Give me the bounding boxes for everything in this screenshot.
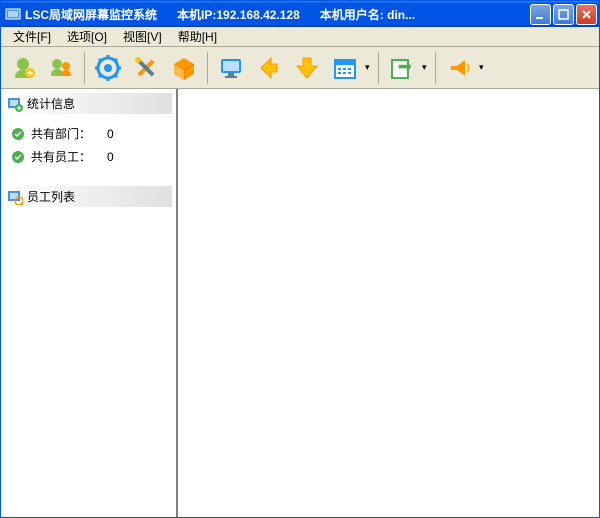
minimize-button[interactable] — [530, 4, 551, 25]
stats-icon — [7, 96, 23, 112]
menu-file[interactable]: 文件[F] — [5, 26, 59, 47]
menu-options[interactable]: 选项[O] — [59, 26, 115, 47]
dept-count: 0 — [107, 127, 114, 141]
app-title: LSC局域网屏幕监控系统 — [25, 6, 157, 23]
ip-info: 本机IP:192.168.42.128 — [177, 6, 300, 23]
stats-header-label: 统计信息 — [27, 95, 75, 112]
export-dropdown-icon[interactable]: ▾ — [422, 62, 430, 73]
user-info: 本机用户名: din... — [320, 6, 415, 23]
user-add-button[interactable] — [5, 50, 41, 86]
emp-stat-row: 共有员工： 0 — [5, 145, 172, 168]
stats-header: 统计信息 — [5, 93, 172, 114]
calendar-dropdown-icon[interactable]: ▾ — [365, 62, 373, 73]
monitor-button[interactable] — [213, 50, 249, 86]
close-button[interactable] — [576, 4, 597, 25]
sidebar: 统计信息 共有部门： 0 共有员工： 0 员工列表 — [1, 89, 178, 517]
main-area — [178, 89, 599, 517]
content-area: 统计信息 共有部门： 0 共有员工： 0 员工列表 — [1, 89, 599, 517]
emp-count: 0 — [107, 150, 114, 164]
menu-help[interactable]: 帮助[H] — [170, 26, 225, 47]
toolbar: ▾ ▾ ▾ — [1, 47, 599, 89]
menu-view[interactable]: 视图[V] — [115, 26, 170, 47]
titlebar-text: LSC局域网屏幕监控系统 本机IP:192.168.42.128 本机用户名: … — [25, 6, 530, 23]
titlebar: LSC局域网屏幕监控系统 本机IP:192.168.42.128 本机用户名: … — [1, 1, 599, 27]
dept-label: 共有部门： — [31, 125, 101, 142]
list-header: 员工列表 — [5, 186, 172, 207]
app-icon — [5, 6, 21, 22]
dept-stat-row: 共有部门： 0 — [5, 122, 172, 145]
toolbar-separator — [84, 52, 85, 84]
list-header-label: 员工列表 — [27, 188, 75, 205]
check-icon — [11, 150, 25, 164]
settings-button[interactable] — [90, 50, 126, 86]
app-window: LSC局域网屏幕监控系统 本机IP:192.168.42.128 本机用户名: … — [0, 0, 600, 518]
window-controls — [530, 4, 597, 25]
tools-button[interactable] — [128, 50, 164, 86]
list-icon — [7, 189, 23, 205]
menubar: 文件[F] 选项[O] 视图[V] 帮助[H] — [1, 27, 599, 47]
maximize-button[interactable] — [553, 4, 574, 25]
announce-dropdown-icon[interactable]: ▾ — [479, 62, 487, 73]
emp-label: 共有员工： — [31, 148, 101, 165]
export-button[interactable] — [384, 50, 420, 86]
toolbar-separator — [435, 52, 436, 84]
user-pair-button[interactable] — [43, 50, 79, 86]
check-icon — [11, 127, 25, 141]
toolbar-separator — [207, 52, 208, 84]
package-button[interactable] — [166, 50, 202, 86]
download-button[interactable] — [289, 50, 325, 86]
calendar-button[interactable] — [327, 50, 363, 86]
toolbar-separator — [378, 52, 379, 84]
back-button[interactable] — [251, 50, 287, 86]
announce-button[interactable] — [441, 50, 477, 86]
